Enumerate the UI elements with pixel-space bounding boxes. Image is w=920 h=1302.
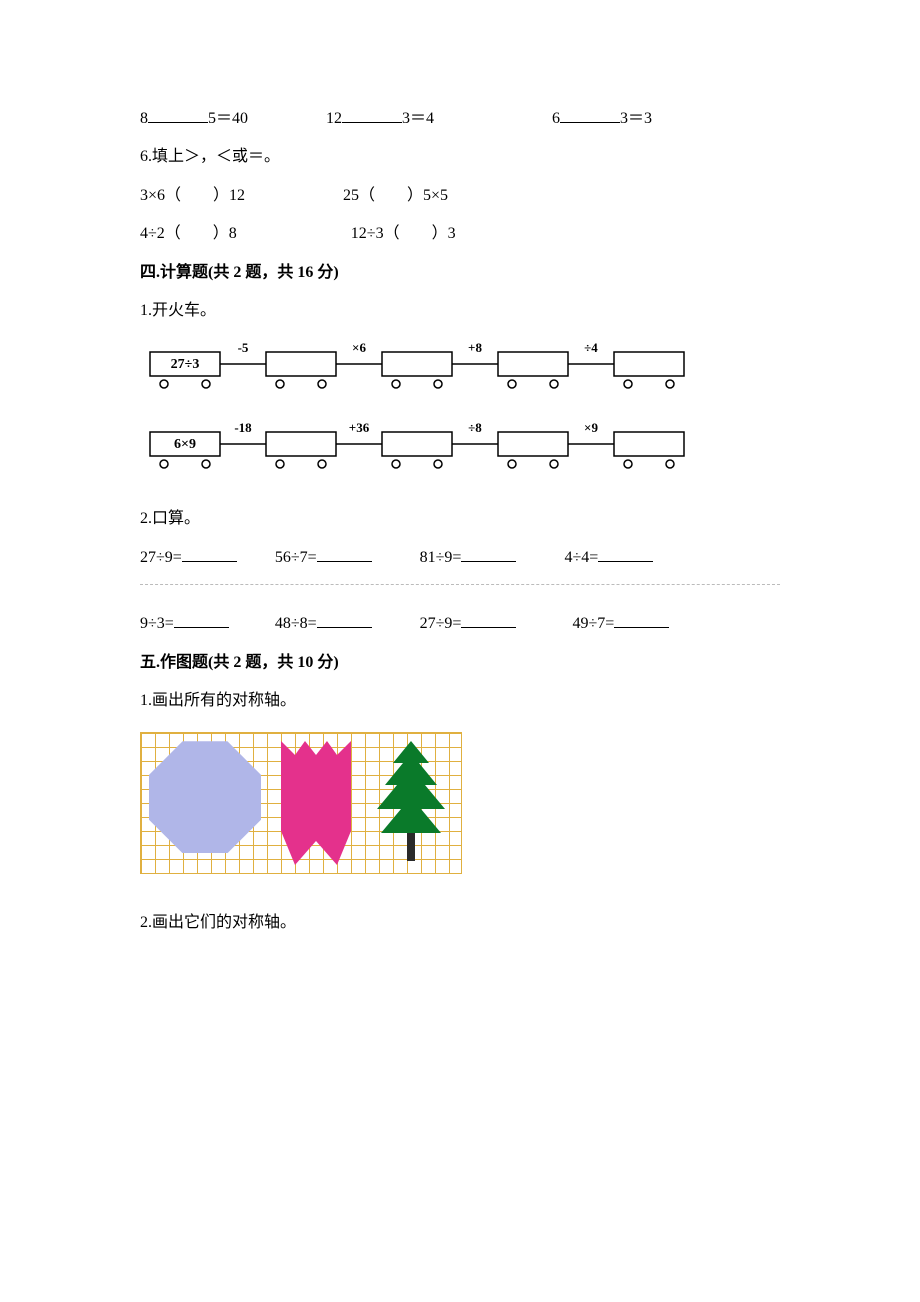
- svg-text:6×9: 6×9: [174, 437, 196, 452]
- calc-r1-2-blank[interactable]: [317, 545, 372, 562]
- svg-text:÷4: ÷4: [584, 340, 598, 355]
- q5b-right: 3＝4: [402, 110, 434, 127]
- q5a-right: 5＝40: [208, 110, 248, 127]
- q6-row1: 3×6（ ）12 25（ ）5×5: [140, 177, 780, 215]
- calc-r1-2: 56÷7=: [275, 549, 317, 566]
- s5-q1: 1.画出所有的对称轴。: [140, 682, 780, 720]
- q5b-left: 12: [326, 110, 342, 127]
- s4-q1: 1.开火车。: [140, 292, 780, 330]
- calc-r2-2-blank[interactable]: [317, 611, 372, 628]
- train2-figure: 6×9 -18 +36 ÷8 ×9: [140, 420, 760, 480]
- svg-text:+36: +36: [349, 420, 370, 435]
- svg-text:27÷3: 27÷3: [171, 357, 200, 372]
- s5-q2: 2.画出它们的对称轴。: [140, 904, 780, 942]
- svg-text:÷8: ÷8: [468, 420, 482, 435]
- calc-r2-4: 49÷7=: [572, 615, 614, 632]
- symmetry-grid-figure: [140, 732, 462, 874]
- svg-text:-5: -5: [238, 340, 249, 355]
- s4-q2: 2.口算。: [140, 500, 780, 538]
- calc-r2-1: 9÷3=: [140, 615, 174, 632]
- calc-row2: 9÷3= 48÷8= 27÷9= 49÷7=: [140, 605, 780, 643]
- q5-operator-row: 8 5＝40 12 3＝4 6 3＝3: [140, 100, 780, 138]
- calc-r1-4-blank[interactable]: [598, 545, 653, 562]
- svg-text:×6: ×6: [352, 340, 366, 355]
- calc-r1-4: 4÷4=: [564, 549, 598, 566]
- calc-r1-1: 27÷9=: [140, 549, 182, 566]
- calc-r1-1-blank[interactable]: [182, 545, 237, 562]
- q6-row2: 4÷2（ ）8 12÷3（ ）3: [140, 215, 780, 253]
- calc-row1: 27÷9= 56÷7= 81÷9= 4÷4=: [140, 539, 780, 577]
- q6-prompt: 6.填上＞，＜或＝。: [140, 138, 780, 176]
- calc-r2-4-blank[interactable]: [614, 611, 669, 628]
- section5-heading: 五.作图题(共 2 题，共 10 分): [140, 644, 780, 682]
- q5a-left: 8: [140, 110, 148, 127]
- svg-text:-18: -18: [234, 420, 252, 435]
- calc-r1-3: 81÷9=: [420, 549, 462, 566]
- q6-r2b[interactable]: 12÷3（ ）3: [351, 225, 456, 242]
- q5c-blank[interactable]: [560, 106, 620, 123]
- calc-r1-3-blank[interactable]: [461, 545, 516, 562]
- q5a-blank[interactable]: [148, 106, 208, 123]
- tulip-shape-icon: [281, 741, 351, 865]
- q6-r1a[interactable]: 3×6（ ）12: [140, 187, 245, 204]
- train1-figure: 27÷3 -5 ×6 +8 ÷4: [140, 340, 760, 400]
- section4-heading: 四.计算题(共 2 题，共 16 分): [140, 254, 780, 292]
- q5b-blank[interactable]: [342, 106, 402, 123]
- calc-r2-1-blank[interactable]: [174, 611, 229, 628]
- tree-shape-icon: [371, 741, 451, 867]
- svg-text:×9: ×9: [584, 420, 598, 435]
- worksheet-page: 8 5＝40 12 3＝4 6 3＝3 6.填上＞，＜或＝。 3×6（ ）12 25（…: [0, 0, 920, 1003]
- svg-text:+8: +8: [468, 340, 482, 355]
- q6-r1b[interactable]: 25（ ）5×5: [343, 187, 448, 204]
- q6-r2a[interactable]: 4÷2（ ）8: [140, 225, 237, 242]
- q5c-right: 3＝3: [620, 110, 652, 127]
- q5c-left: 6: [552, 110, 560, 127]
- octagon-shape-icon: [149, 741, 261, 853]
- calc-r2-2: 48÷8=: [275, 615, 317, 632]
- calc-r2-3: 27÷9=: [420, 615, 462, 632]
- calc-r2-3-blank[interactable]: [461, 611, 516, 628]
